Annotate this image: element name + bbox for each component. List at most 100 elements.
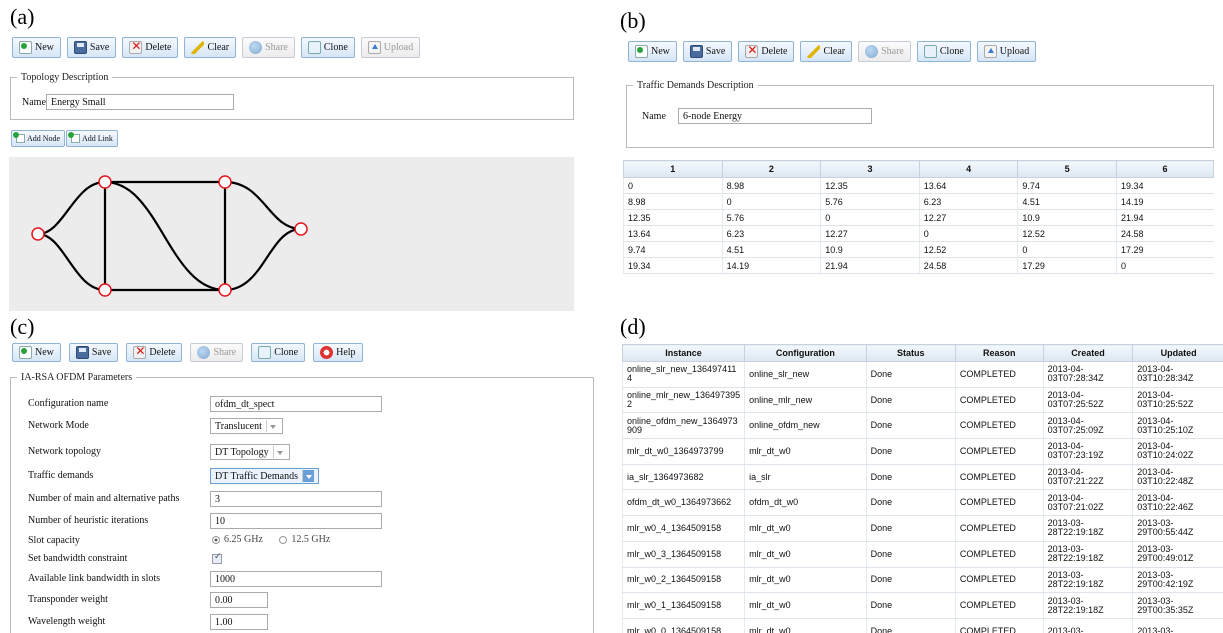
matrix-col-header[interactable]: 4: [918, 160, 1019, 178]
matrix-col-header[interactable]: 3: [820, 160, 920, 178]
wavelength-weight-input[interactable]: 1.00: [210, 614, 268, 630]
matrix-cell[interactable]: 13.64: [623, 225, 723, 242]
matrix-cell[interactable]: 0: [1115, 257, 1214, 274]
matrix-cell[interactable]: 5.76: [721, 209, 821, 226]
matrix-col-header[interactable]: 1: [623, 160, 723, 178]
matrix-cell[interactable]: 14.19: [1115, 193, 1214, 210]
node-1[interactable]: [31, 227, 45, 241]
table-row[interactable]: 0 8.98 12.35 13.64 9.74 19.34: [623, 177, 1214, 194]
matrix-cell[interactable]: 13.64: [918, 177, 1018, 194]
heuristic-iterations-input[interactable]: 10: [210, 513, 382, 529]
save-button[interactable]: Save: [66, 37, 117, 58]
matrix-cell[interactable]: 5.76: [820, 193, 920, 210]
node-4[interactable]: [294, 222, 308, 236]
matrix-col-header[interactable]: 6: [1115, 160, 1215, 178]
created-col-header[interactable]: Created: [1042, 344, 1134, 362]
node-3[interactable]: [218, 175, 232, 189]
updated-col-header[interactable]: Updated: [1132, 344, 1223, 362]
matrix-cell[interactable]: 6.23: [721, 225, 821, 242]
traffic-save-button[interactable]: Save: [682, 41, 733, 62]
paths-input[interactable]: 3: [210, 491, 382, 507]
table-row[interactable]: 13.64 6.23 12.27 0 12.52 24.58: [623, 225, 1214, 242]
matrix-cell[interactable]: 4.51: [1017, 193, 1117, 210]
matrix-cell[interactable]: 21.94: [820, 257, 920, 274]
node-6[interactable]: [218, 283, 232, 297]
node-2[interactable]: [98, 175, 112, 189]
matrix-cell[interactable]: 9.74: [1017, 177, 1117, 194]
matrix-cell[interactable]: 12.27: [820, 225, 920, 242]
table-row[interactable]: mlr_w0_1_1364509158 mlr_dt_w0 Done COMPLETE…: [621, 592, 1223, 619]
bandwidth-constraint-checkbox[interactable]: [212, 552, 222, 564]
table-row[interactable]: mlr_w0_3_1364509158 mlr_dt_w0 Done COMPLETE…: [621, 541, 1223, 568]
matrix-cell[interactable]: 24.58: [1115, 225, 1214, 242]
config-new-button[interactable]: New: [12, 343, 61, 362]
traffic-new-button[interactable]: New: [628, 41, 677, 62]
table-row[interactable]: online_ofdm_new_1364973 909 online_ofdm_n…: [621, 412, 1223, 440]
config-share-button[interactable]: Share: [190, 343, 244, 362]
matrix-cell[interactable]: 24.58: [918, 257, 1018, 274]
matrix-cell[interactable]: 17.29: [1115, 241, 1214, 258]
matrix-cell[interactable]: 6.23: [918, 193, 1018, 210]
matrix-cell[interactable]: 0: [1017, 241, 1117, 258]
traffic-upload-button[interactable]: Upload: [976, 41, 1037, 62]
topology-canvas[interactable]: [9, 157, 574, 311]
matrix-cell[interactable]: 12.35: [820, 177, 920, 194]
slot-12-5-radio[interactable]: [279, 535, 288, 544]
config-clone-button[interactable]: Clone: [251, 343, 306, 362]
matrix-cell[interactable]: 4.51: [721, 241, 821, 258]
network-mode-select[interactable]: Translucent: [210, 418, 283, 434]
matrix-cell[interactable]: 0: [820, 209, 920, 226]
matrix-cell[interactable]: 0: [721, 193, 821, 210]
matrix-cell[interactable]: 12.52: [918, 241, 1018, 258]
instance-col-header[interactable]: Instance: [621, 344, 746, 362]
status-col-header[interactable]: Status: [865, 344, 956, 362]
table-row[interactable]: mlr_w0_0_1364509158 mlr_dt_w0 Done COMPLETE…: [621, 618, 1223, 633]
table-row[interactable]: mlr_dt_w0_1364973799 mlr_dt_w0 Done COMPLET…: [621, 438, 1223, 465]
add-link-button[interactable]: Add Link: [66, 130, 118, 147]
matrix-cell[interactable]: 10.9: [1017, 209, 1117, 226]
matrix-cell[interactable]: 12.35: [623, 209, 723, 226]
table-row[interactable]: ia_slr_1364973682 ia_slr Done COMPLETED 2013…: [621, 464, 1223, 491]
matrix-cell[interactable]: 17.29: [1017, 257, 1117, 274]
matrix-cell[interactable]: 8.98: [623, 193, 723, 210]
add-node-button[interactable]: Add Node: [11, 130, 66, 147]
new-button[interactable]: New: [12, 37, 61, 58]
network-topology-select[interactable]: DT Topology: [210, 444, 290, 460]
upload-button[interactable]: Upload: [360, 37, 421, 58]
traffic-share-button[interactable]: Share: [858, 41, 911, 62]
matrix-cell[interactable]: 12.27: [918, 209, 1018, 226]
matrix-cell[interactable]: 12.52: [1017, 225, 1117, 242]
matrix-col-header[interactable]: 5: [1017, 160, 1117, 178]
table-row[interactable]: mlr_w0_2_1364509158 mlr_dt_w0 Done COMPLETE…: [621, 567, 1223, 594]
table-row[interactable]: ofdm_dt_w0_1364973662 ofdm_dt_w0 Done COMPL…: [621, 489, 1223, 517]
link-bandwidth-input[interactable]: 1000: [210, 571, 382, 587]
transponder-weight-input[interactable]: 0.00: [210, 592, 268, 608]
matrix-cell[interactable]: 0: [623, 177, 723, 194]
table-row[interactable]: online_slr_new_136497411 4 online_slr_new…: [621, 361, 1223, 388]
traffic-clear-button[interactable]: Clear: [800, 41, 853, 62]
matrix-cell[interactable]: 21.94: [1115, 209, 1214, 226]
table-row[interactable]: 9.74 4.51 10.9 12.52 0 17.29: [623, 241, 1214, 258]
traffic-demands-select[interactable]: DT Traffic Demands: [210, 468, 319, 484]
matrix-cell[interactable]: 8.98: [721, 177, 821, 194]
slot-6-25-radio[interactable]: [212, 535, 220, 544]
matrix-cell[interactable]: 9.74: [623, 241, 723, 258]
configuration-col-header[interactable]: Configuration: [744, 344, 867, 362]
traffic-name-input[interactable]: 6-node Energy: [678, 108, 872, 124]
traffic-clone-button[interactable]: Clone: [916, 41, 971, 62]
config-save-button[interactable]: Save: [68, 343, 119, 362]
clear-button[interactable]: Clear: [184, 37, 237, 58]
matrix-col-header[interactable]: 2: [721, 160, 822, 178]
clone-button[interactable]: Clone: [300, 37, 355, 58]
topology-name-input[interactable]: Energy Small: [46, 94, 234, 110]
node-5[interactable]: [98, 283, 112, 297]
matrix-cell[interactable]: 14.19: [721, 257, 821, 274]
delete-button[interactable]: Delete: [122, 37, 179, 58]
matrix-cell[interactable]: 19.34: [1115, 177, 1214, 194]
share-button[interactable]: Share: [242, 37, 295, 58]
reason-col-header[interactable]: Reason: [954, 344, 1044, 362]
config-help-button[interactable]: Help: [313, 343, 363, 362]
topology-graph[interactable]: [9, 157, 574, 311]
table-row[interactable]: 19.34 14.19 21.94 24.58 17.29 0: [623, 257, 1214, 274]
matrix-cell[interactable]: 10.9: [820, 241, 920, 258]
